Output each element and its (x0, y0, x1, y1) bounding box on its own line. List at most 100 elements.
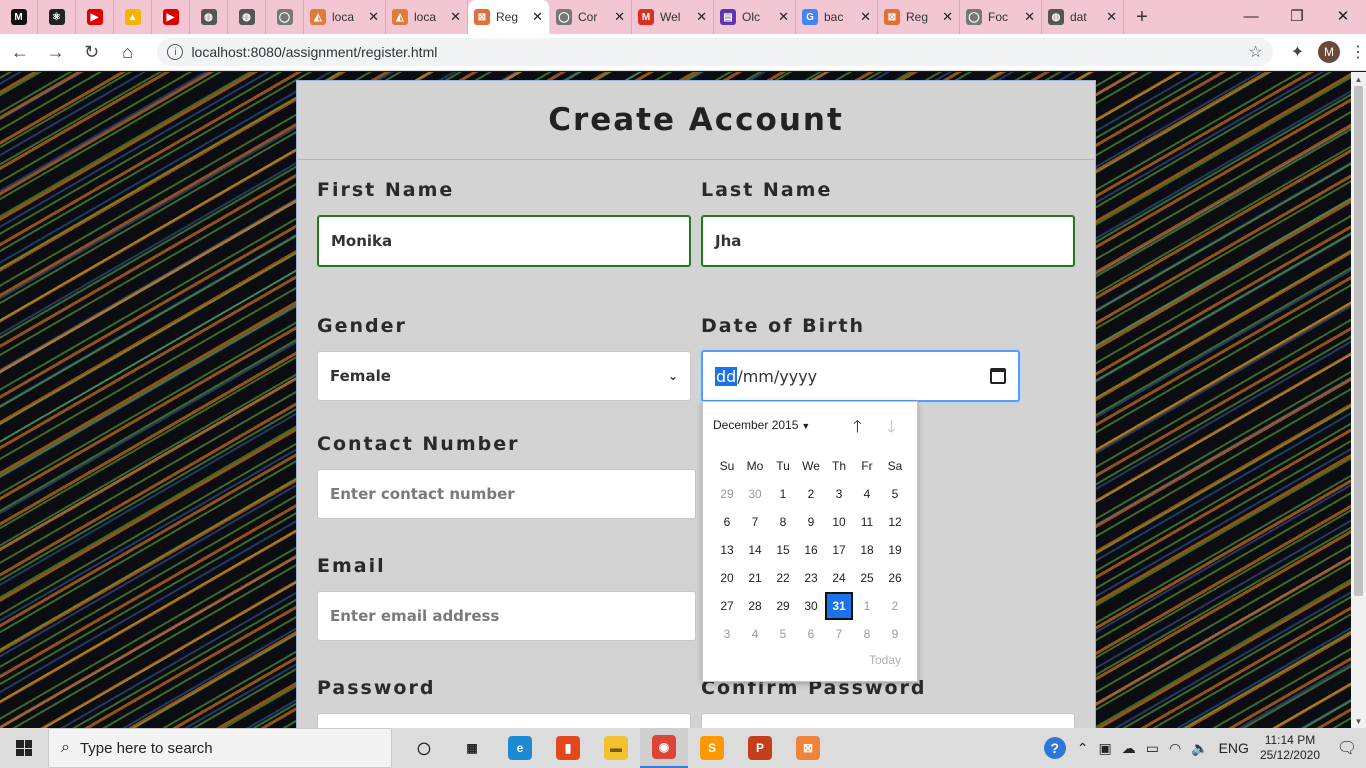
calendar-day[interactable]: 5 (769, 620, 797, 648)
first-name-input[interactable]: Monika (317, 215, 691, 267)
edge-taskbar-button[interactable]: e (496, 728, 544, 768)
browser-tab[interactable]: ◭ loca ✕ (386, 0, 468, 34)
xampp-taskbar-button[interactable]: ⊠ (784, 728, 832, 768)
calendar-day[interactable]: 16 (797, 536, 825, 564)
calendar-day[interactable]: 17 (825, 536, 853, 564)
calendar-day[interactable]: 1 (769, 480, 797, 508)
close-tab-icon[interactable]: ✕ (696, 9, 707, 25)
calendar-day[interactable]: 19 (881, 536, 909, 564)
close-tab-icon[interactable]: ✕ (1024, 9, 1035, 25)
close-tab-icon[interactable]: ✕ (1106, 9, 1117, 25)
calendar-day-selected[interactable]: 31 (825, 592, 853, 620)
browser-tab[interactable]: ◍ dat ✕ (1042, 0, 1124, 34)
calendar-day[interactable]: 13 (713, 536, 741, 564)
scroll-down-icon[interactable]: ▼ (1351, 714, 1366, 728)
menu-kebab-icon[interactable]: ⋮ (1350, 42, 1366, 62)
calendar-day[interactable]: 7 (741, 508, 769, 536)
calendar-day[interactable]: 24 (825, 564, 853, 592)
browser-tab[interactable]: ▶ (152, 0, 190, 34)
calendar-day[interactable]: 11 (853, 508, 881, 536)
info-icon[interactable]: i (167, 44, 184, 60)
chevron-up-icon[interactable]: ⌃ (1077, 740, 1089, 757)
calendar-day[interactable]: 25 (853, 564, 881, 592)
calendar-day[interactable]: 4 (853, 480, 881, 508)
browser-tab[interactable]: ◍ (190, 0, 228, 34)
profile-avatar[interactable]: M (1318, 41, 1340, 63)
bookmark-star-icon[interactable]: ☆ (1248, 42, 1262, 62)
calendar-day[interactable]: 23 (797, 564, 825, 592)
close-tab-icon[interactable]: ✕ (450, 9, 461, 25)
browser-tab[interactable]: ◯ Cor ✕ (550, 0, 632, 34)
back-button[interactable]: ← (4, 36, 36, 68)
next-month-arrow-icon[interactable]: 🡓 (887, 414, 896, 443)
taskbar-search-box[interactable]: ⌕ Type here to search (48, 728, 392, 768)
calendar-day[interactable]: 8 (853, 620, 881, 648)
close-tab-icon[interactable]: ✕ (368, 9, 379, 25)
close-tab-icon[interactable]: ✕ (778, 9, 789, 25)
task-switch-taskbar-button[interactable]: ▦ (448, 728, 496, 768)
browser-tab[interactable]: ◯ (266, 0, 304, 34)
calendar-day[interactable]: 15 (769, 536, 797, 564)
wifi-icon[interactable]: ◠ (1169, 740, 1181, 757)
confirm-password-input[interactable] (701, 713, 1075, 728)
calendar-day[interactable]: 12 (881, 508, 909, 536)
browser-tab[interactable]: ▤ Olc ✕ (714, 0, 796, 34)
help-icon[interactable]: ? (1043, 737, 1066, 759)
url-text[interactable]: localhost:8080/assignment/register.html (191, 44, 1248, 60)
calendar-day[interactable]: 7 (825, 620, 853, 648)
task-view-taskbar-button[interactable]: ◯ (400, 728, 448, 768)
calendar-day[interactable]: 9 (881, 620, 909, 648)
calendar-day[interactable]: 18 (853, 536, 881, 564)
browser-tab[interactable]: ▶ (76, 0, 114, 34)
browser-tab[interactable]: M (0, 0, 38, 34)
battery-icon[interactable]: ▭ (1146, 740, 1159, 757)
volume-icon[interactable]: 🔈 (1191, 740, 1208, 757)
browser-tab[interactable]: ◭ loca ✕ (304, 0, 386, 34)
dob-rest-segment[interactable]: /mm/yyyy (737, 367, 817, 386)
reload-button[interactable]: ↻ (76, 36, 108, 68)
calendar-day[interactable]: 5 (881, 480, 909, 508)
calendar-day[interactable]: 21 (741, 564, 769, 592)
browser-tab[interactable]: ▲ (114, 0, 152, 34)
calendar-day[interactable]: 6 (797, 620, 825, 648)
close-tab-icon[interactable]: ✕ (532, 9, 543, 25)
browser-tab[interactable]: ◯ Foc ✕ (960, 0, 1042, 34)
calendar-day[interactable]: 6 (713, 508, 741, 536)
language-indicator[interactable]: ENG (1219, 740, 1249, 756)
home-button[interactable]: ⌂ (112, 36, 144, 68)
calendar-day[interactable]: 28 (741, 592, 769, 620)
chrome-taskbar-button[interactable]: ◉ (640, 728, 688, 768)
calendar-day[interactable]: 9 (797, 508, 825, 536)
close-tab-icon[interactable]: ✕ (942, 9, 953, 25)
browser-tab[interactable]: M Wel ✕ (632, 0, 714, 34)
calendar-day[interactable]: 20 (713, 564, 741, 592)
browser-tab[interactable]: ⚛ (38, 0, 76, 34)
password-input[interactable] (317, 713, 691, 728)
extensions-icon[interactable]: ✦ (1291, 42, 1304, 62)
today-button[interactable]: Today (869, 653, 901, 667)
dob-day-segment[interactable]: dd (715, 366, 738, 386)
calendar-day[interactable]: 3 (713, 620, 741, 648)
calendar-day[interactable]: 26 (881, 564, 909, 592)
last-name-input[interactable]: Jha (701, 215, 1075, 267)
scrollbar-thumb[interactable] (1354, 86, 1363, 596)
calendar-day[interactable]: 2 (797, 480, 825, 508)
tab-active[interactable]: ⊠ Reg ✕ (468, 0, 550, 34)
calendar-day[interactable]: 30 (797, 592, 825, 620)
device-icon[interactable]: ▣ (1098, 740, 1111, 757)
scroll-up-icon[interactable]: ▲ (1351, 72, 1366, 86)
maximize-button[interactable]: ❐ (1274, 0, 1320, 32)
calendar-day[interactable]: 29 (769, 592, 797, 620)
calendar-day[interactable]: 14 (741, 536, 769, 564)
address-bar[interactable]: i localhost:8080/assignment/register.htm… (157, 38, 1273, 66)
new-tab-button[interactable]: + (1124, 0, 1160, 34)
calendar-day[interactable]: 2 (881, 592, 909, 620)
calendar-icon[interactable] (990, 368, 1006, 384)
gender-select[interactable]: Female ⌄ (317, 351, 691, 401)
month-year-dropdown[interactable]: December 2015 ▼ (713, 418, 810, 432)
sublime-taskbar-button[interactable]: S (688, 728, 736, 768)
forward-button[interactable]: → (40, 36, 72, 68)
file-explorer-taskbar-button[interactable]: ▬ (592, 728, 640, 768)
calendar-day[interactable]: 4 (741, 620, 769, 648)
calendar-day[interactable]: 1 (853, 592, 881, 620)
